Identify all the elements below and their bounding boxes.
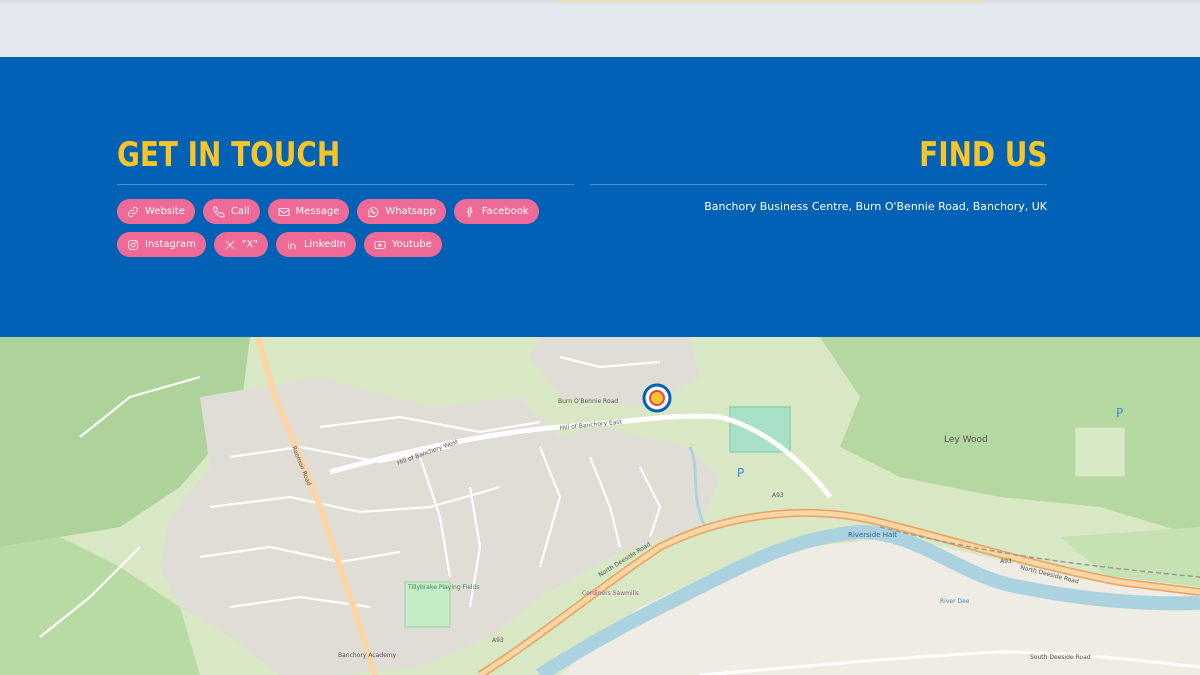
youtube-icon xyxy=(374,240,386,249)
website-button[interactable]: Website xyxy=(117,199,195,224)
business-location-marker[interactable] xyxy=(642,383,672,413)
map-label: Banchory Academy xyxy=(338,652,397,659)
divider xyxy=(117,184,574,185)
youtube-button[interactable]: Youtube xyxy=(363,232,442,257)
contact-section: GET IN TOUCH Website Call Message Whatsa… xyxy=(0,57,1200,337)
button-label: "X" xyxy=(241,239,258,250)
button-label: Facebook xyxy=(481,206,529,217)
parking-marker: P xyxy=(737,466,744,480)
linkedin-button[interactable]: LinkedIn xyxy=(275,232,356,257)
button-label: Instagram xyxy=(145,239,196,250)
facebook-button[interactable]: Facebook xyxy=(453,199,539,224)
whatsapp-icon xyxy=(368,206,379,217)
find-us-heading: FIND US xyxy=(918,135,1047,175)
link-icon xyxy=(128,206,138,217)
map-label: Cordiners Sawmills xyxy=(582,590,639,597)
x-icon xyxy=(225,240,235,249)
x-button[interactable]: "X" xyxy=(213,232,268,257)
address-text: Banchory Business Centre, Burn O'Bennie … xyxy=(704,200,1047,213)
whatsapp-button[interactable]: Whatsapp xyxy=(357,199,446,224)
parking-marker: P xyxy=(1116,406,1123,420)
instagram-icon xyxy=(128,239,138,250)
button-label: Whatsapp xyxy=(385,206,436,217)
map-canvas: P P Ley Wood Riverside Halt A93 A93 A93 … xyxy=(0,337,1200,675)
card-edge xyxy=(555,0,985,3)
call-button[interactable]: Call xyxy=(202,199,260,224)
button-label: Message xyxy=(295,206,340,217)
grounds xyxy=(1074,426,1126,478)
button-label: Call xyxy=(230,206,250,217)
mail-icon xyxy=(278,207,289,216)
page-top-strip xyxy=(0,0,1200,57)
map-label: A93 xyxy=(1000,558,1012,565)
contact-buttons: Website Call Message Whatsapp Facebook I… xyxy=(117,199,577,257)
button-label: Website xyxy=(145,206,185,217)
phone-icon xyxy=(213,206,225,217)
get-in-touch-heading: GET IN TOUCH xyxy=(117,135,341,175)
svg-text:P: P xyxy=(1116,406,1123,420)
map-label: A93 xyxy=(492,637,504,644)
location-map[interactable]: P P Ley Wood Riverside Halt A93 A93 A93 … xyxy=(0,337,1200,675)
facebook-icon xyxy=(466,206,473,217)
map-label: A93 xyxy=(772,492,784,499)
map-label: River Dee xyxy=(940,598,970,605)
instagram-button[interactable]: Instagram xyxy=(117,232,206,257)
map-label: Ley Wood xyxy=(944,435,988,445)
divider xyxy=(590,184,1047,185)
map-label: Burn O'Bennie Road xyxy=(558,398,618,405)
button-label: LinkedIn xyxy=(303,239,346,250)
linkedin-icon xyxy=(288,240,296,249)
button-label: Youtube xyxy=(391,239,432,250)
map-label: Tillybrake Playing Fields xyxy=(407,584,480,591)
map-label: Riverside Halt xyxy=(848,531,897,539)
svg-text:P: P xyxy=(737,466,744,480)
message-button[interactable]: Message xyxy=(267,199,350,224)
map-label: South Deeside Road xyxy=(1030,654,1091,661)
